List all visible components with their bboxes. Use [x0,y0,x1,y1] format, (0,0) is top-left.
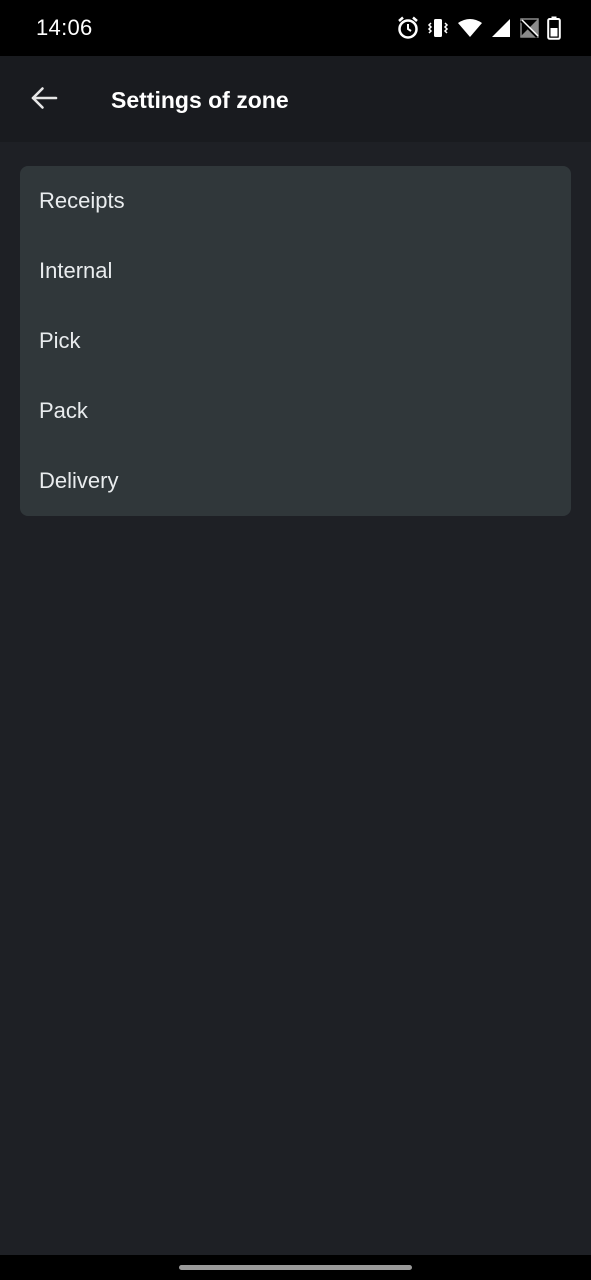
back-button[interactable] [22,78,66,122]
no-sim-icon [519,18,539,38]
zone-item-label: Receipts [39,188,125,213]
vibrate-icon [427,17,449,39]
app-bar: Settings of zone [0,56,591,142]
zone-item-label: Internal [39,258,113,283]
status-bar: 14:06 [0,0,591,56]
zone-item-receipts[interactable]: Receipts [20,166,571,236]
status-time: 14:06 [36,15,93,40]
wifi-icon [457,18,483,38]
cell-signal-icon [491,18,511,38]
status-icons [397,15,561,41]
battery-icon [547,16,561,40]
zone-item-label: Pick [39,328,81,353]
zone-list-card: Receipts Internal Pick Pack Delivery [20,166,571,516]
zone-item-delivery[interactable]: Delivery [20,446,571,516]
screen: 14:06 Settings of zone Receipts Internal… [0,0,591,1280]
alarm-icon [397,16,419,40]
zone-item-internal[interactable]: Internal [20,236,571,306]
zone-item-label: Pack [39,398,88,423]
zone-item-pick[interactable]: Pick [20,306,571,376]
zone-item-label: Delivery [39,468,119,493]
zone-item-pack[interactable]: Pack [20,376,571,446]
page-title: Settings of zone [111,87,289,113]
navigation-bar [0,1255,591,1280]
arrow-left-icon [30,86,58,115]
home-indicator[interactable] [179,1265,412,1270]
